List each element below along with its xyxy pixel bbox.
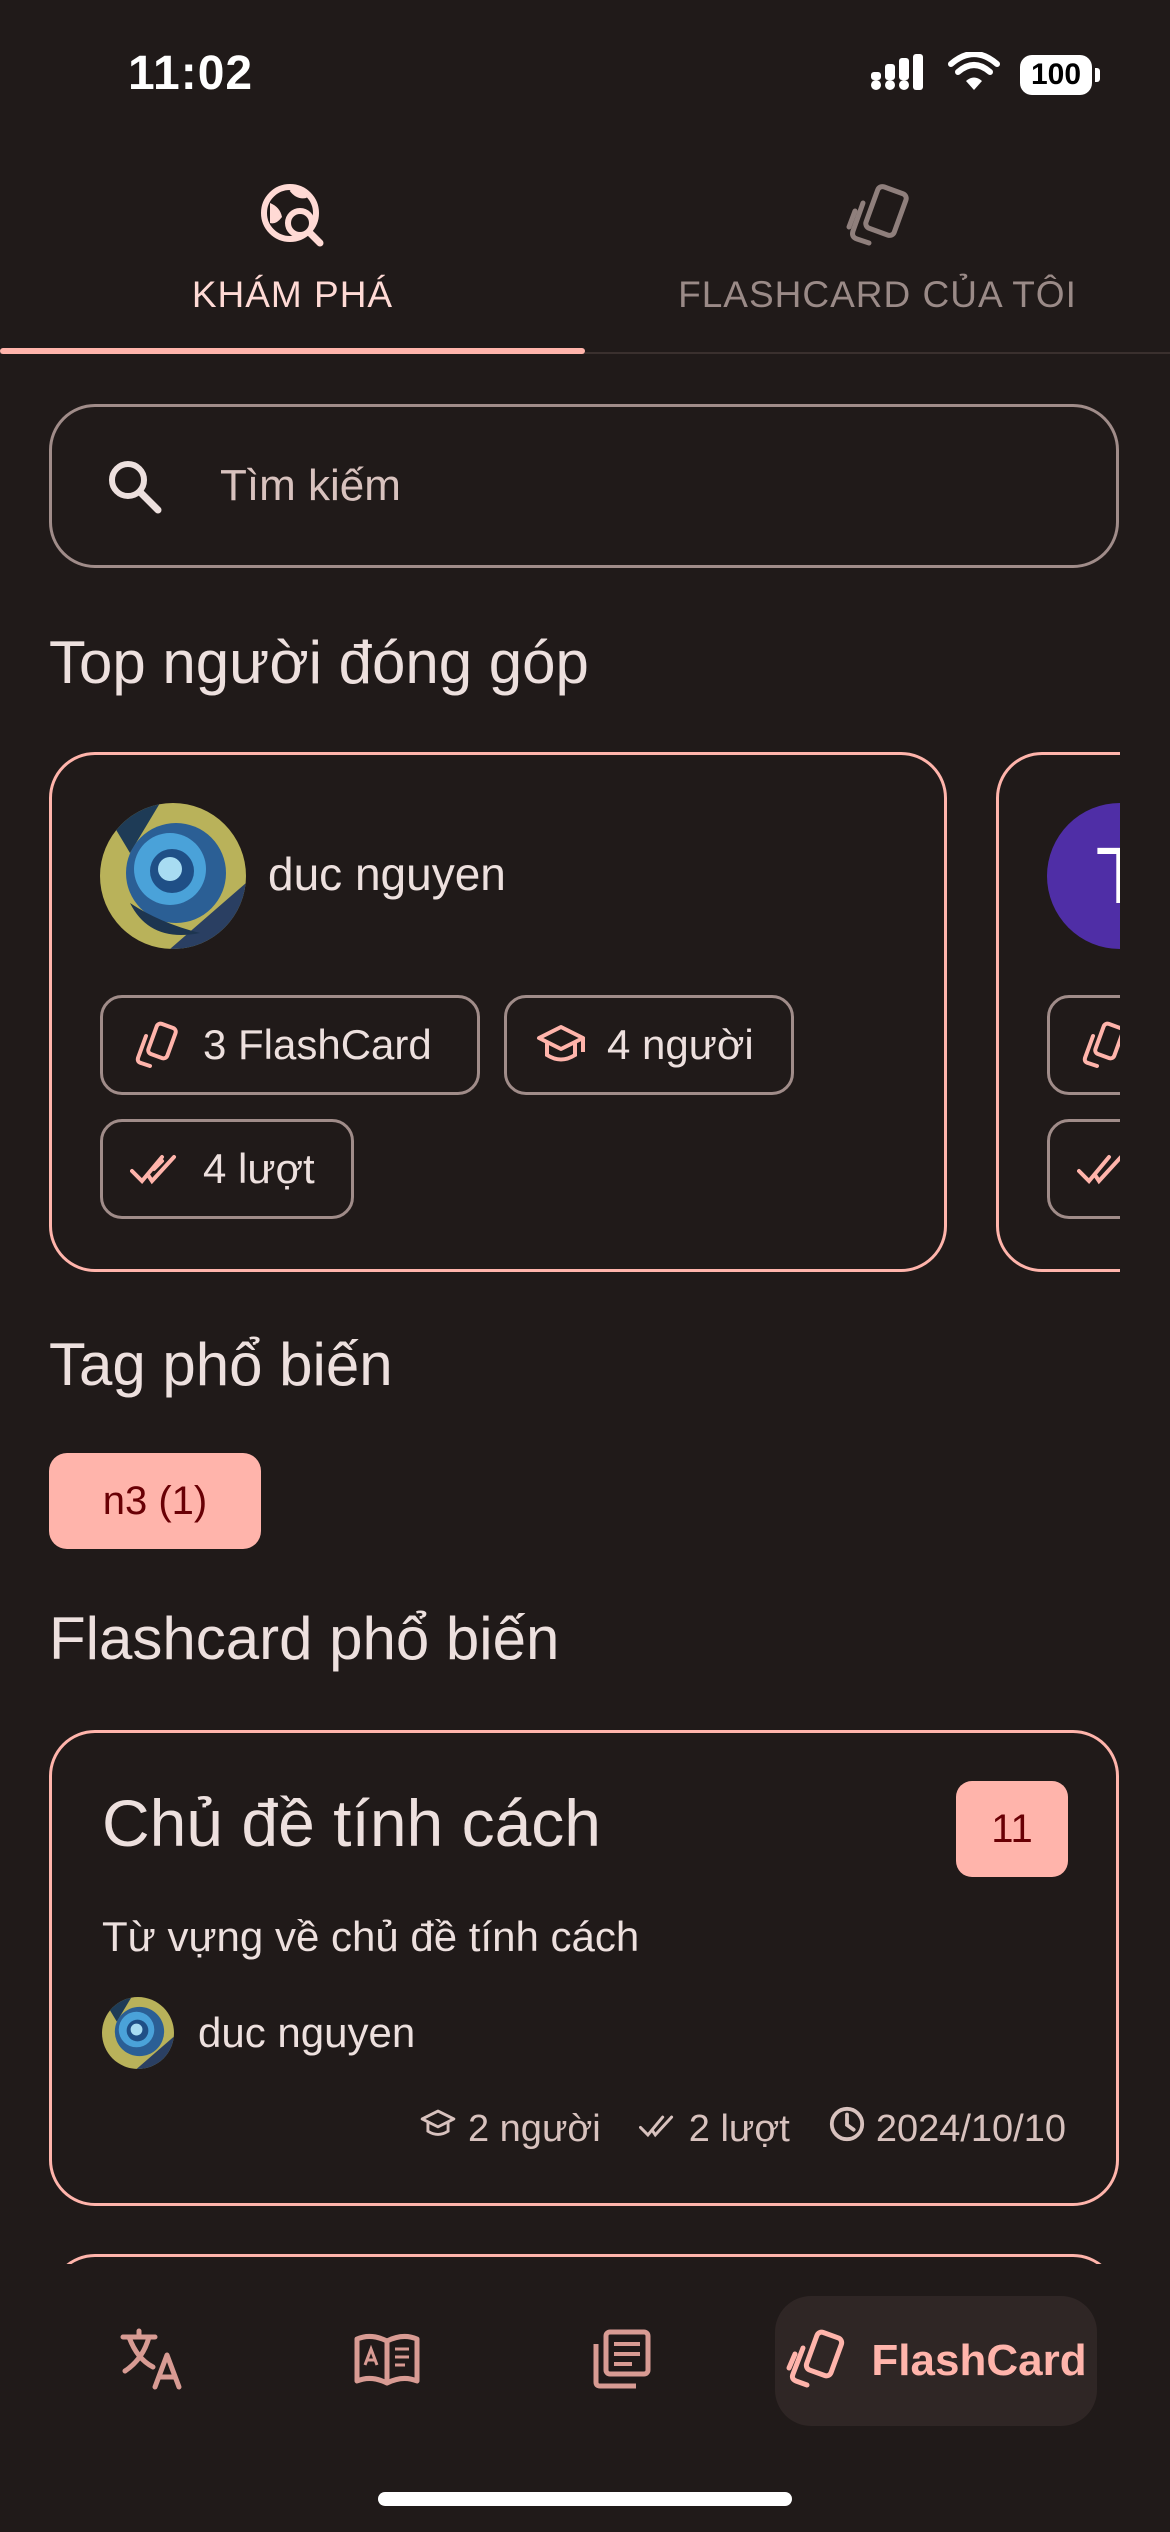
status-icons: 100 [870,51,1100,97]
flashcard-description: Từ vựng về chủ đề tính cách [102,1913,640,1960]
tab-active-indicator [0,348,585,354]
flashcard-title: Chủ đề tính cách [102,1786,601,1860]
contributor-name: duc nguyen [268,848,506,900]
nav-flashcard-label: FlashCard [871,2336,1087,2385]
flashcard-stats: 2 người 2 lượt 2024/10/10 [418,2105,1066,2153]
flashcard-card[interactable]: Chủ đề tính cách 11 Từ vựng về chủ đề tí… [49,1730,1119,2206]
flashcard-icon [843,178,913,254]
section-title-popular-flashcards: Flashcard phổ biến [49,1605,560,1672]
flashcard-author[interactable]: duc nguyen [102,1997,415,2069]
done-all-icon [1076,1141,1120,1197]
contributor-card-peek[interactable]: T [996,752,1120,1272]
school-icon [533,1017,589,1073]
dictionary-icon [353,2329,421,2394]
plays-chip: 4 lượt [100,1119,354,1219]
avatar [100,803,246,949]
plays-count: 4 lượt [203,1145,315,1192]
tab-explore-label: KHÁM PHÁ [191,274,394,315]
translate-icon [119,2327,187,2396]
plays-count: 2 lượt [688,2107,790,2150]
tag-chip[interactable]: n3 (1) [49,1453,261,1549]
flashcard-count-chip: 3 FlashCard [100,995,480,1095]
section-title-popular-tags: Tag phổ biến [49,1331,393,1398]
tab-explore[interactable]: KHÁM PHÁ [0,170,585,354]
section-title-top-contributors: Top người đóng góp [49,629,589,696]
search-icon [102,454,166,518]
battery-indicator: 100 [1020,54,1100,95]
learners-count: 4 người [607,1021,754,1068]
nav-articles[interactable] [568,2296,674,2426]
learners-count: 2 người [467,2107,601,2150]
flashcard-count-chip [1047,995,1120,1095]
tab-my-flashcards[interactable]: FLASHCARD CỦA TÔI [585,170,1170,354]
nav-flashcard[interactable]: FlashCard [775,2296,1097,2426]
learners-stat: 2 người [418,2106,601,2152]
search-placeholder: Tìm kiếm [220,461,401,510]
flashcard-icon [1076,1017,1120,1073]
flashcard-icon [785,2328,847,2395]
status-time: 11:02 [128,47,254,100]
cellular-signal-icon [870,52,928,97]
contributor-card-2[interactable]: T [996,752,1120,1272]
nav-dictionary[interactable] [334,2296,440,2426]
tab-my-flashcards-label: FLASHCARD CỦA TÔI [678,274,1077,315]
author-name: duc nguyen [198,2009,416,2056]
flashcard-icon [129,1017,185,1073]
nav-translate[interactable] [100,2296,206,2426]
plays-chip [1047,1119,1120,1219]
learners-chip: 4 người [504,995,794,1095]
contributor-card[interactable]: duc nguyen 3 FlashCard 4 người 4 lượt [49,752,947,1272]
card-count-badge: 11 [956,1781,1068,1877]
globe-search-icon [258,178,328,254]
done-all-icon [129,1141,185,1197]
article-icon [590,2328,652,2395]
done-all-icon [638,2108,679,2151]
home-indicator[interactable] [378,2492,792,2506]
wifi-icon [948,51,1000,97]
school-icon [418,2106,458,2152]
flashcard-date: 2024/10/10 [875,2107,1066,2150]
avatar: T [1047,803,1120,949]
plays-stat: 2 lượt [638,2107,790,2151]
clock-icon [828,2105,866,2153]
avatar-initial: T [1096,830,1120,922]
date-stat: 2024/10/10 [828,2105,1066,2153]
avatar [102,1997,174,2069]
search-field[interactable]: Tìm kiếm [49,404,1119,568]
flashcard-count: 3 FlashCard [203,1021,432,1068]
